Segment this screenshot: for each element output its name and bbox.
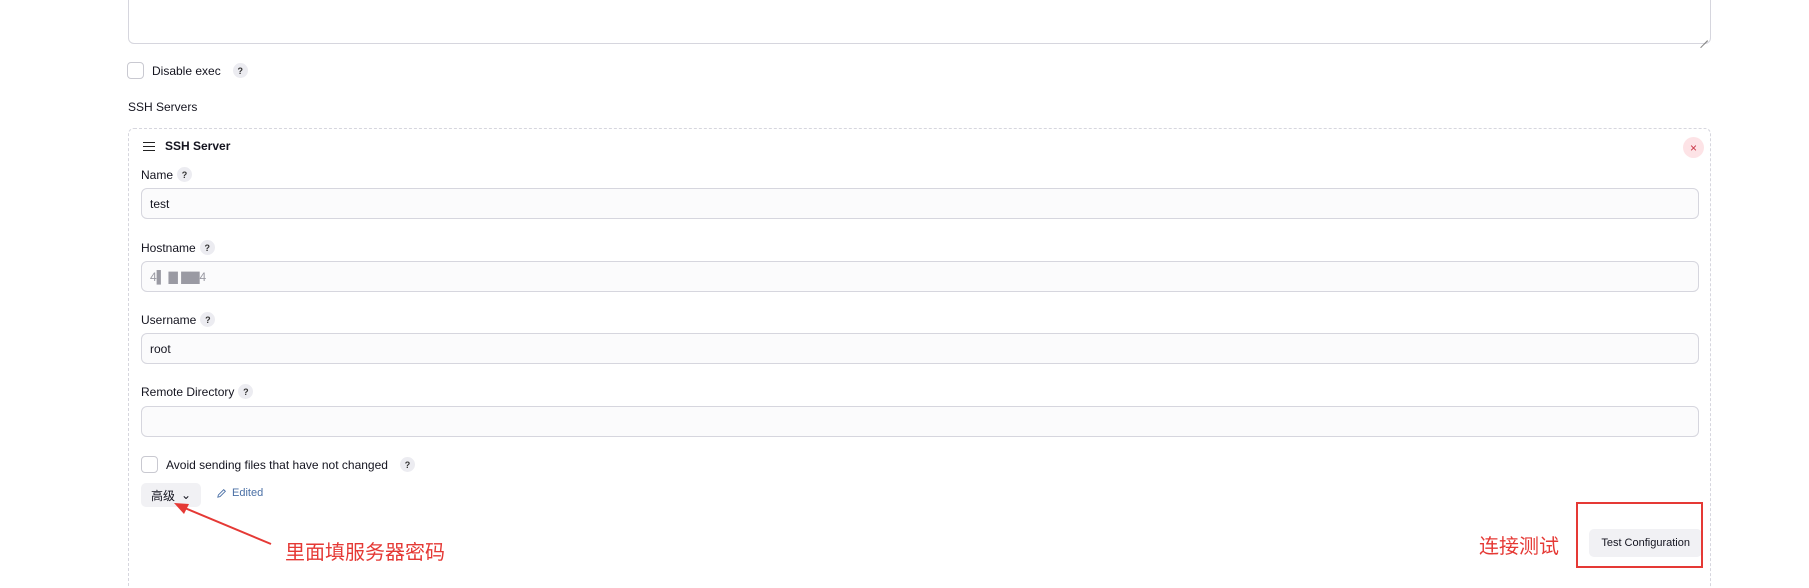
pencil-icon xyxy=(217,488,226,498)
disable-exec-help-icon[interactable]: ? xyxy=(232,63,248,78)
username-input[interactable]: root xyxy=(141,333,1699,364)
avoid-sending-row: Avoid sending files that have not change… xyxy=(141,456,415,473)
remote-directory-input[interactable] xyxy=(141,406,1699,437)
disable-exec-checkbox[interactable] xyxy=(127,62,144,79)
avoid-sending-checkbox[interactable] xyxy=(141,456,158,473)
username-help-icon[interactable]: ? xyxy=(200,312,216,327)
resize-handle[interactable] xyxy=(1700,33,1708,41)
highlight-box xyxy=(1576,502,1703,568)
ssh-server-title: SSH Server xyxy=(165,139,231,153)
name-help-icon[interactable]: ? xyxy=(177,167,193,182)
test-annotation: 连接测试 xyxy=(1479,534,1559,558)
avoid-sending-label: Avoid sending files that have not change… xyxy=(166,457,388,472)
hostname-label: Hostname xyxy=(141,240,196,255)
ssh-server-header: SSH Server xyxy=(143,139,230,153)
username-field-label: Username ? xyxy=(141,312,216,327)
drag-handle-icon[interactable] xyxy=(143,141,155,151)
remote-directory-field-label: Remote Directory ? xyxy=(141,384,254,399)
text-area[interactable] xyxy=(128,0,1711,44)
name-field-label: Name ? xyxy=(141,167,193,182)
disable-exec-label: Disable exec xyxy=(152,63,221,78)
name-label: Name xyxy=(141,167,174,182)
hostname-field-label: Hostname ? xyxy=(141,240,215,255)
annotation-arrow-icon xyxy=(174,503,272,545)
delete-server-button[interactable]: × xyxy=(1683,137,1704,158)
password-annotation: 里面填服务器密码 xyxy=(285,540,445,564)
hostname-input[interactable]: 4▌ ▇ ▇▇4 xyxy=(141,261,1699,292)
avoid-sending-help-icon[interactable]: ? xyxy=(399,457,415,472)
username-label: Username xyxy=(141,312,197,327)
remote-directory-help-icon[interactable]: ? xyxy=(238,384,254,399)
hostname-help-icon[interactable]: ? xyxy=(199,240,215,255)
ssh-servers-label: SSH Servers xyxy=(128,100,198,114)
remote-directory-label: Remote Directory xyxy=(141,384,235,399)
disable-exec-row: Disable exec ? xyxy=(127,62,248,79)
name-input[interactable]: test xyxy=(141,188,1699,219)
ssh-server-card: SSH Server × Name ? test Hostname ? 4▌ ▇… xyxy=(128,128,1711,588)
